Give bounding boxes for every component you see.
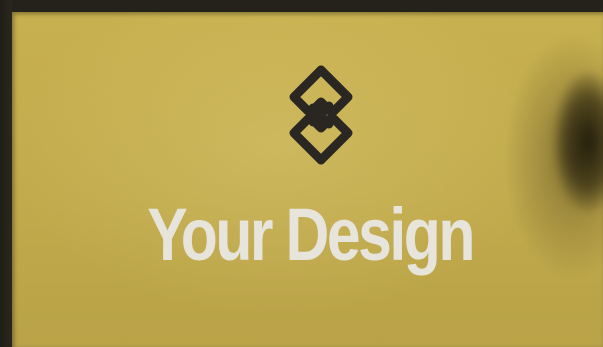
interlocking-links-icon — [289, 65, 353, 165]
left-dark-edge — [0, 0, 12, 347]
mockup-scene: Your Design — [0, 0, 603, 347]
headline-text: Your Design — [147, 193, 475, 276]
mustard-sign-panel: Your Design — [12, 12, 603, 347]
top-dark-edge — [0, 0, 603, 12]
